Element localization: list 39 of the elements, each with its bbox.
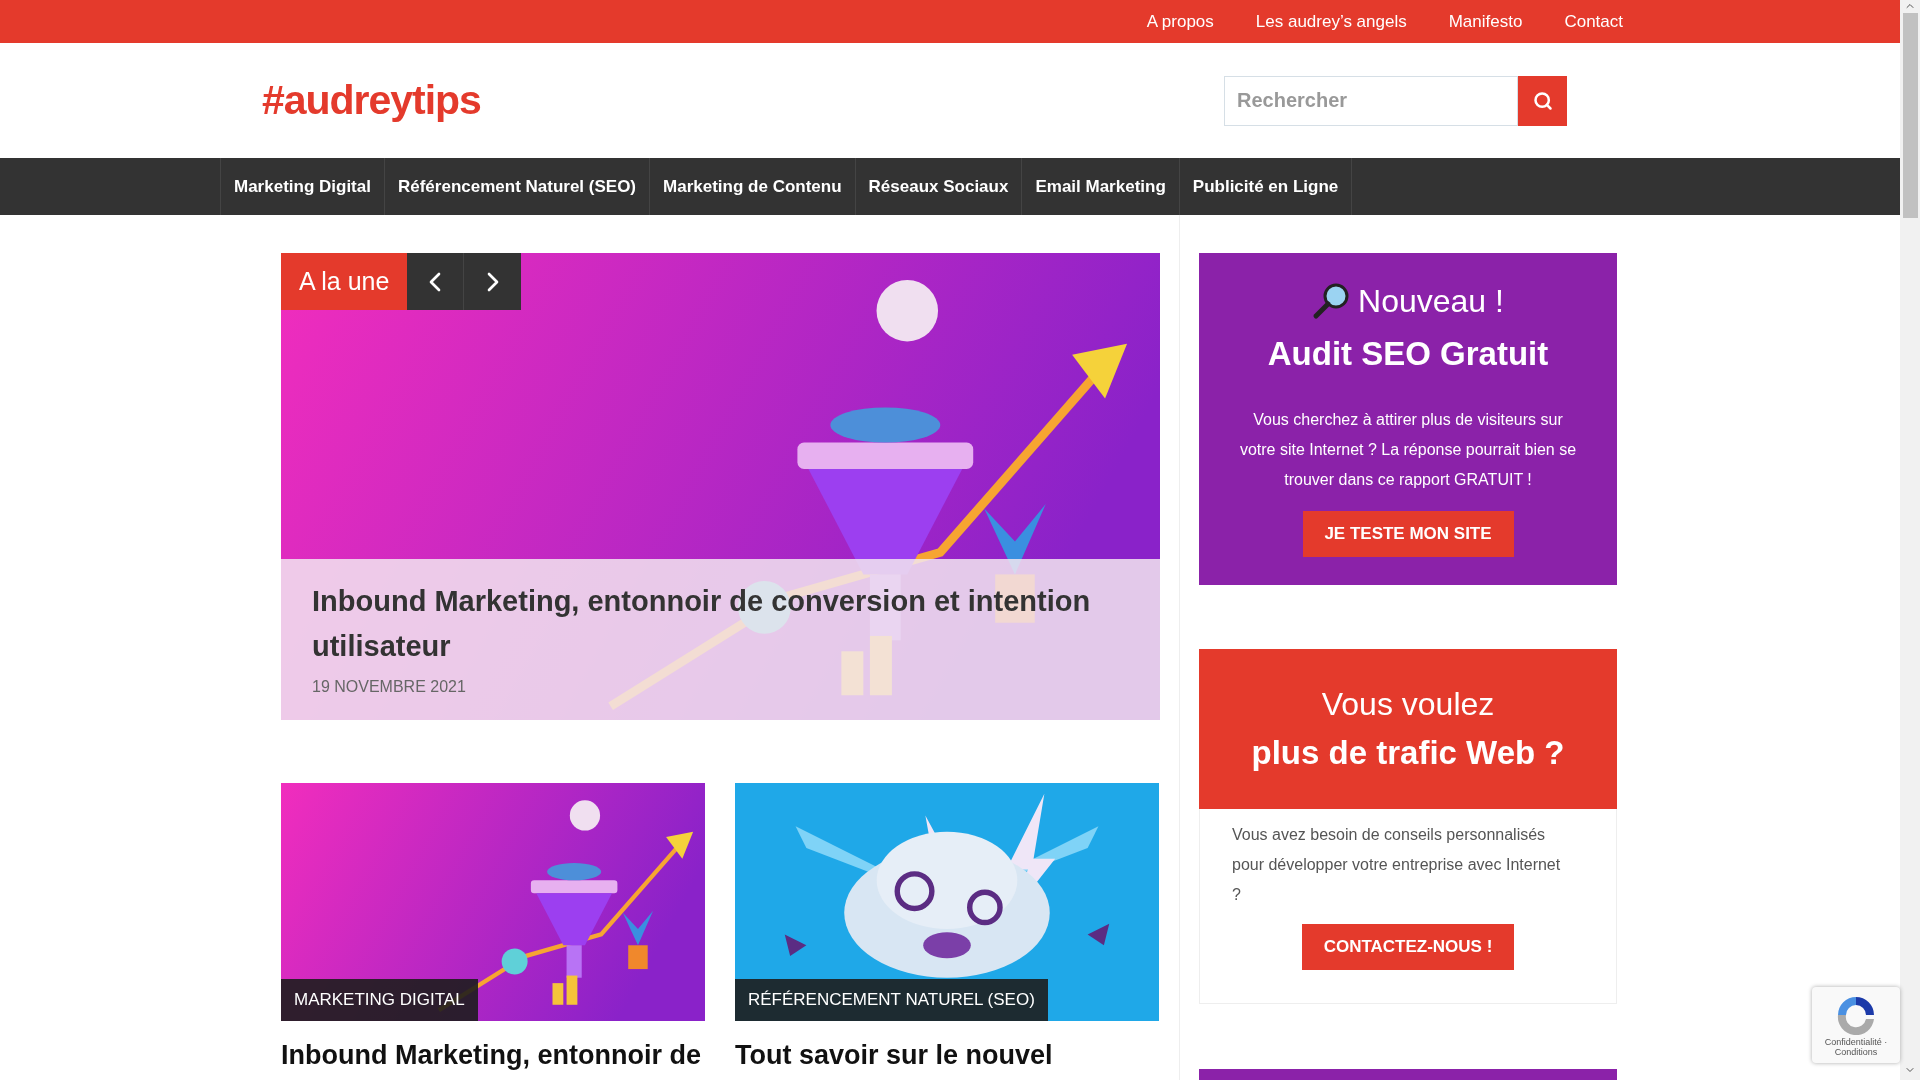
banner-headline: plus de trafic Web ?: [1251, 733, 1565, 774]
search-icon: [1532, 90, 1553, 111]
banner-line: Vous voulez: [1321, 685, 1495, 725]
post-title[interactable]: Tout savoir sur le nouvel: [735, 1035, 1159, 1076]
promo-text: Vous cherchez à attirer plus de visiteurs sur votre site Internet ? La réponse pourrait bien se trouver dans ce rapport GRATUIT !: [1238, 409, 1578, 490]
category-tag[interactable]: RÉFÉRENCEMENT NATUREL (SEO): [735, 979, 1048, 1021]
featured-post[interactable]: A la une Inbound Marketing, entonnoir de conversion et intention utilisateur 19 NOVEMBRE 2021: [281, 253, 1160, 720]
promo-text: Vous avez besoin de conseils personnalisés pour développer votre entreprise avec Internet ?: [1231, 825, 1562, 905]
nav-menu-item[interactable]: Référencement Naturel (SEO): [383, 158, 650, 215]
nav-menu-item[interactable]: Marketing de Contenu: [649, 158, 855, 215]
post-thumbnail[interactable]: RÉFÉRENCEMENT NATUREL (SEO): [735, 783, 1159, 1021]
site-logo[interactable]: #audreytips: [262, 69, 481, 132]
top-menu-link[interactable]: Manifesto: [1448, 8, 1523, 35]
recaptcha-badge[interactable]: Confidentialité · Conditions: [1812, 987, 1900, 1063]
nav-menu-item[interactable]: Email Marketing: [1021, 158, 1179, 215]
test-site-button[interactable]: JE TESTE MON SITE: [1302, 510, 1514, 557]
category-tag[interactable]: MARKETING DIGITAL: [281, 979, 478, 1021]
post-thumbnail[interactable]: MARKETING DIGITAL: [281, 783, 705, 1021]
featured-title[interactable]: Inbound Marketing, entonnoir de conversion et intention utilisateur: [312, 579, 1112, 669]
search-field[interactable]: Rechercher: [1224, 75, 1518, 126]
recaptcha-links[interactable]: Confidentialité · Conditions: [1812, 1037, 1900, 1057]
magnifier-icon: [1312, 282, 1351, 320]
nav-menu-item[interactable]: Réseaux Sociaux: [854, 158, 1022, 215]
post-date: 19 NOVEMBRE 2021: [312, 677, 467, 697]
nav-menu-item[interactable]: Publicité en Ligne: [1178, 158, 1353, 215]
next-button[interactable]: [464, 253, 522, 310]
search-button[interactable]: [1518, 75, 1567, 126]
top-menu-link[interactable]: Contact: [1564, 8, 1623, 35]
promo-kicker: Nouveau !: [1358, 282, 1504, 321]
featured-label: A la une: [281, 253, 408, 310]
top-menu-link[interactable]: A propos: [1146, 8, 1214, 35]
top-menu-link[interactable]: Les audrey’s angels: [1255, 8, 1407, 35]
contact-button[interactable]: CONTACTEZ-NOUS !: [1302, 924, 1514, 970]
previous-button[interactable]: [407, 253, 465, 310]
post-title[interactable]: Inbound Marketing, entonnoir de: [281, 1035, 705, 1076]
nav-menu-item[interactable]: Marketing Digital: [220, 158, 384, 215]
promo-title: Audit SEO Gratuit: [1267, 334, 1549, 374]
scrollbar-thumb[interactable]: [1902, 13, 1918, 218]
scrollbar[interactable]: [1900, 0, 1920, 1080]
